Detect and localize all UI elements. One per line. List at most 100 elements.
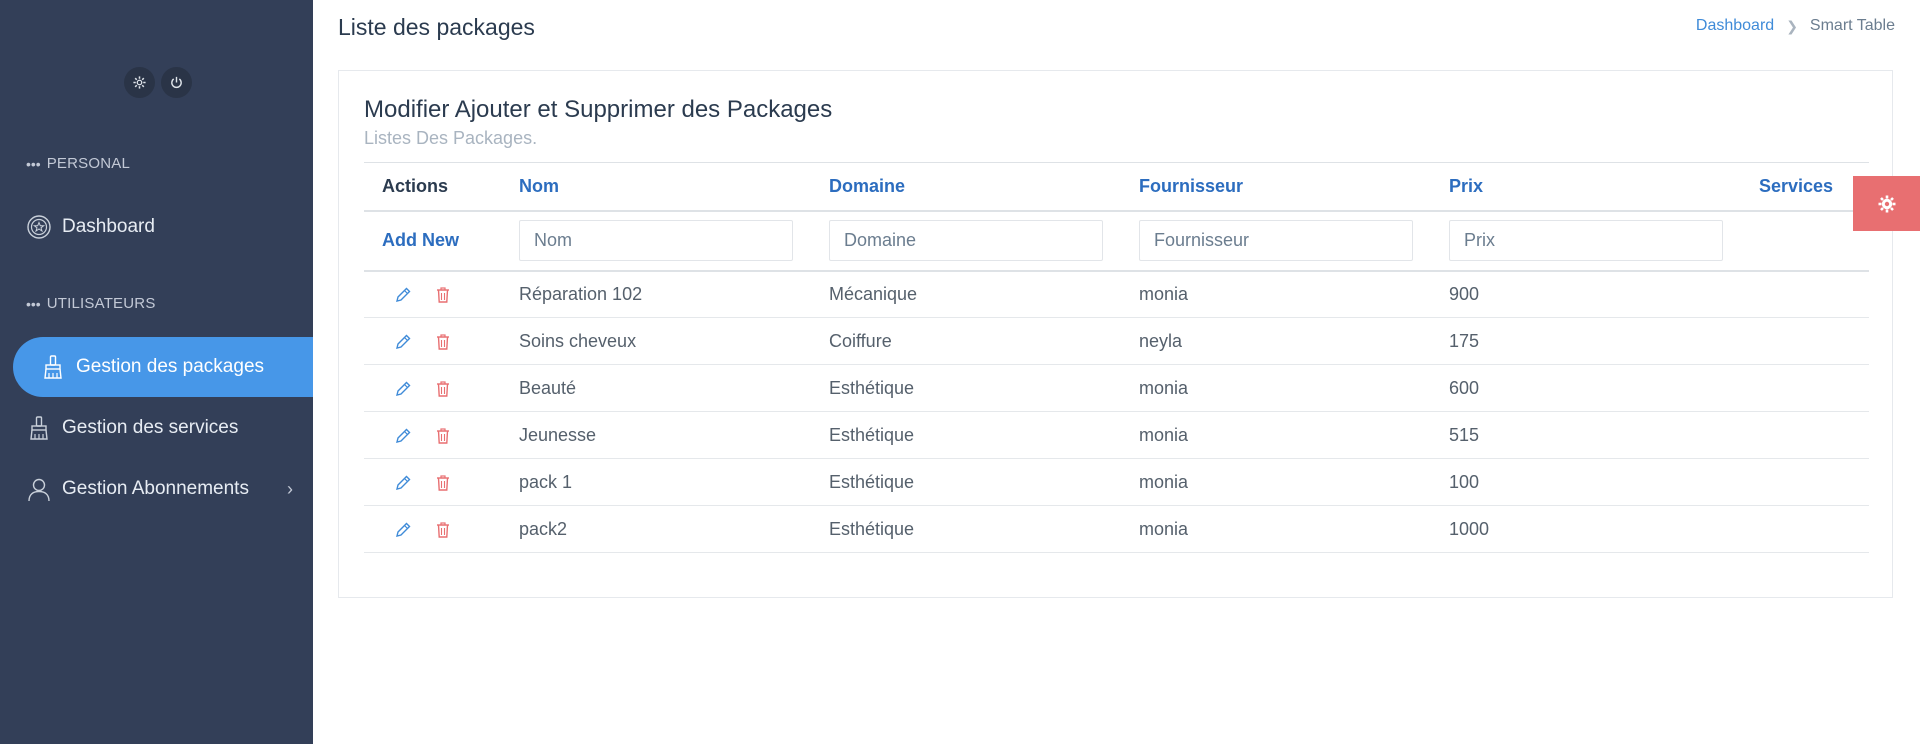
delete-icon[interactable] bbox=[434, 333, 452, 351]
filter-row: Add New bbox=[364, 210, 1869, 272]
edit-icon[interactable] bbox=[394, 286, 412, 304]
header-prix[interactable]: Prix bbox=[1449, 162, 1759, 212]
cell-domaine: Mécanique bbox=[829, 270, 1139, 318]
settings-icon[interactable] bbox=[124, 67, 155, 98]
delete-icon[interactable] bbox=[434, 286, 452, 304]
sidebar-item-dashboard[interactable]: Dashboard bbox=[26, 197, 155, 257]
table-body: Réparation 102 Mécanique monia 900 Soins che… bbox=[364, 270, 1869, 553]
delete-icon[interactable] bbox=[434, 380, 452, 398]
settings-toggle-button[interactable] bbox=[1853, 176, 1920, 231]
cell-fournisseur: monia bbox=[1139, 270, 1449, 318]
filter-nom-input[interactable] bbox=[519, 220, 793, 261]
breadcrumb: Dashboard ❯ Smart Table bbox=[1696, 17, 1895, 35]
sidebar-quick-actions bbox=[124, 67, 192, 98]
cell-prix: 175 bbox=[1449, 317, 1759, 365]
edit-icon[interactable] bbox=[394, 521, 412, 539]
brush-icon bbox=[40, 354, 66, 380]
cell-domaine: Coiffure bbox=[829, 317, 1139, 365]
section-utilisateurs: ••• UTILISATEURS bbox=[26, 295, 156, 312]
header-actions: Actions bbox=[364, 162, 519, 212]
section-personal: ••• PERSONAL bbox=[26, 155, 130, 172]
row-actions bbox=[364, 411, 519, 459]
delete-icon[interactable] bbox=[434, 427, 452, 445]
table-row: pack2 Esthétique monia 1000 bbox=[364, 505, 1869, 553]
add-new-button[interactable]: Add New bbox=[364, 210, 519, 272]
cell-services bbox=[1759, 411, 1869, 459]
cell-nom: Beauté bbox=[519, 364, 829, 412]
dashboard-icon bbox=[26, 214, 52, 240]
table-row: Soins cheveux Coiffure neyla 175 bbox=[364, 317, 1869, 365]
row-actions bbox=[364, 364, 519, 412]
cell-services bbox=[1759, 364, 1869, 412]
gear-icon bbox=[1878, 195, 1895, 212]
edit-icon[interactable] bbox=[394, 427, 412, 445]
cell-prix: 600 bbox=[1449, 364, 1759, 412]
cell-fournisseur: neyla bbox=[1139, 317, 1449, 365]
row-actions bbox=[364, 270, 519, 318]
row-actions bbox=[364, 317, 519, 365]
cell-prix: 515 bbox=[1449, 411, 1759, 459]
edit-icon[interactable] bbox=[394, 380, 412, 398]
edit-icon[interactable] bbox=[394, 474, 412, 492]
chevron-right-icon[interactable]: › bbox=[287, 479, 293, 500]
sidebar-item-packages[interactable]: Gestion des packages bbox=[13, 337, 313, 397]
chevron-right-icon: ❯ bbox=[1786, 17, 1798, 34]
cell-services bbox=[1759, 317, 1869, 365]
section-personal-label: PERSONAL bbox=[46, 155, 131, 172]
filter-domaine-input[interactable] bbox=[829, 220, 1103, 261]
table-row: Beauté Esthétique monia 600 bbox=[364, 364, 1869, 412]
cell-domaine: Esthétique bbox=[829, 505, 1139, 553]
header-fournisseur[interactable]: Fournisseur bbox=[1139, 162, 1449, 212]
cell-fournisseur: monia bbox=[1139, 411, 1449, 459]
cell-prix: 100 bbox=[1449, 458, 1759, 506]
breadcrumb-current: Smart Table bbox=[1809, 17, 1895, 34]
sidebar: ••• PERSONAL Dashboard ••• UTILISATEURS … bbox=[0, 0, 313, 744]
sidebar-item-label: Dashboard bbox=[62, 216, 155, 237]
brush-icon bbox=[26, 415, 52, 441]
user-icon bbox=[26, 476, 52, 502]
sidebar-item-label: Gestion des packages bbox=[76, 356, 265, 377]
page-title: Liste des packages bbox=[338, 14, 535, 40]
delete-icon[interactable] bbox=[434, 474, 452, 492]
table-row: Réparation 102 Mécanique monia 900 bbox=[364, 270, 1869, 318]
cell-fournisseur: monia bbox=[1139, 364, 1449, 412]
filter-prix-input[interactable] bbox=[1449, 220, 1723, 261]
cell-services bbox=[1759, 270, 1869, 318]
power-icon[interactable] bbox=[161, 67, 192, 98]
cell-nom: Jeunesse bbox=[519, 411, 829, 459]
packages-card: Modifier Ajouter et Supprimer des Packag… bbox=[338, 70, 1893, 598]
cell-fournisseur: monia bbox=[1139, 505, 1449, 553]
breadcrumb-dashboard[interactable]: Dashboard bbox=[1696, 17, 1774, 35]
cell-prix: 900 bbox=[1449, 270, 1759, 318]
cell-nom: pack 1 bbox=[519, 458, 829, 506]
header-domaine[interactable]: Domaine bbox=[829, 162, 1139, 212]
cell-prix: 1000 bbox=[1449, 505, 1759, 553]
section-utilisateurs-label: UTILISATEURS bbox=[46, 295, 156, 312]
sidebar-item-abonnements[interactable]: Gestion Abonnements bbox=[26, 459, 249, 519]
row-actions bbox=[364, 505, 519, 553]
dots-icon: ••• bbox=[26, 155, 41, 172]
cell-nom: Réparation 102 bbox=[519, 270, 829, 318]
edit-icon[interactable] bbox=[394, 333, 412, 351]
cell-fournisseur: monia bbox=[1139, 458, 1449, 506]
delete-icon[interactable] bbox=[434, 521, 452, 539]
row-actions bbox=[364, 458, 519, 506]
cell-domaine: Esthétique bbox=[829, 458, 1139, 506]
packages-table: Actions Nom Domaine Fournisseur Prix Ser… bbox=[364, 162, 1869, 553]
cell-services bbox=[1759, 505, 1869, 553]
cell-domaine: Esthétique bbox=[829, 364, 1139, 412]
cell-services bbox=[1759, 458, 1869, 506]
cell-nom: Soins cheveux bbox=[519, 317, 829, 365]
card-subtitle: Listes Des Packages. bbox=[364, 128, 538, 148]
filter-fournisseur-input[interactable] bbox=[1139, 220, 1413, 261]
sidebar-item-label: Gestion des services bbox=[62, 417, 239, 438]
table-header-row: Actions Nom Domaine Fournisseur Prix Ser… bbox=[364, 162, 1869, 212]
cell-domaine: Esthétique bbox=[829, 411, 1139, 459]
cell-nom: pack2 bbox=[519, 505, 829, 553]
sidebar-item-services[interactable]: Gestion des services bbox=[26, 398, 238, 458]
dots-icon: ••• bbox=[26, 295, 41, 312]
header-nom[interactable]: Nom bbox=[519, 162, 829, 212]
card-title: Modifier Ajouter et Supprimer des Packag… bbox=[364, 96, 833, 123]
table-row: Jeunesse Esthétique monia 515 bbox=[364, 411, 1869, 459]
table-row: pack 1 Esthétique monia 100 bbox=[364, 458, 1869, 506]
